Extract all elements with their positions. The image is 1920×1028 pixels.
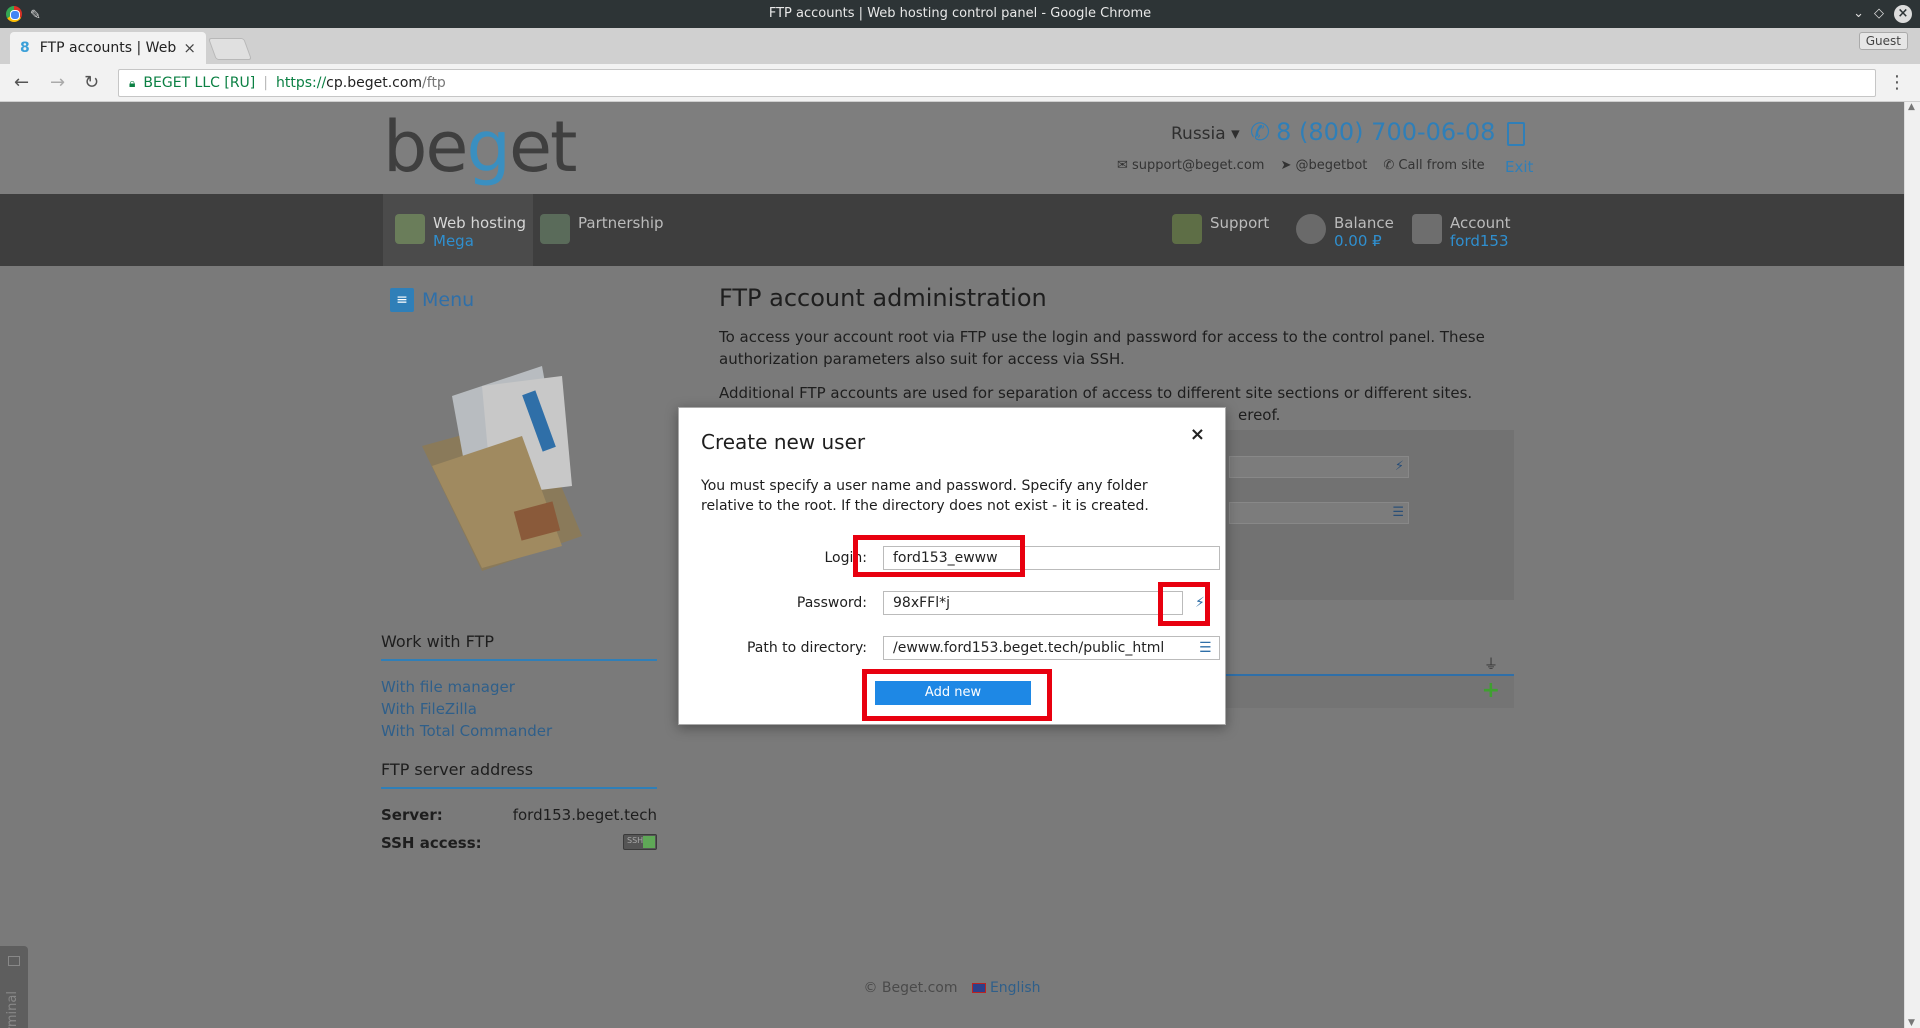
reload-icon[interactable]: ↻ <box>84 72 99 93</box>
region-select[interactable]: Russia ▾ <box>1171 124 1240 144</box>
menu-icon: ≡ <box>390 288 414 312</box>
login-input[interactable] <box>883 546 1220 570</box>
copyright: © Beget.com <box>863 980 958 996</box>
ssh-access-toggle[interactable]: SSH <box>623 834 657 850</box>
telegram-link[interactable]: ➤ @begetbot <box>1280 158 1367 173</box>
magic-wand-icon[interactable]: ⚡︎ <box>1395 459 1404 474</box>
maximize-icon[interactable]: ◇ <box>1874 4 1884 24</box>
url-host: cp.beget.com <box>326 75 423 91</box>
vertical-scrollbar[interactable] <box>1904 102 1920 1028</box>
nav-web-hosting[interactable]: Web hosting Mega <box>383 194 533 266</box>
password-input[interactable] <box>883 591 1183 615</box>
terminal-tab[interactable]: Terminal <box>0 946 28 1028</box>
list-icon[interactable]: ☰ <box>1199 640 1212 656</box>
tab-ftp-accounts[interactable]: 8 FTP accounts | Web × <box>10 32 206 64</box>
minimize-icon[interactable]: ⌄ <box>1853 4 1864 24</box>
window-titlebar: ✎ FTP accounts | Web hosting control pan… <box>0 0 1920 28</box>
nav-partnership[interactable]: Partnership <box>540 194 664 266</box>
account-card-icon <box>1412 214 1442 244</box>
language-select[interactable]: English <box>971 980 1041 996</box>
ftp-folder-illustration <box>422 366 582 571</box>
nav-balance[interactable]: Balance 0.00 ₽ <box>1296 194 1394 266</box>
support-icon <box>1172 214 1202 244</box>
new-tab-button[interactable] <box>207 38 253 60</box>
server-key: Server: <box>381 806 443 824</box>
tab-close-icon[interactable]: × <box>183 39 196 57</box>
nav-account[interactable]: Account ford153 <box>1412 194 1511 266</box>
forward-icon[interactable]: → <box>50 72 65 93</box>
page-footer: © Beget.com English <box>352 980 1552 996</box>
phone-small-icon: ✆ <box>1383 158 1399 173</box>
url-path: /ftp <box>422 75 446 91</box>
phone-number[interactable]: ✆ 8 (800) 700-06-08 <box>1250 118 1495 146</box>
add-account-icon[interactable]: + <box>1482 678 1500 703</box>
server-value: ford153.beget.tech <box>512 806 657 824</box>
background-path-field[interactable]: ☰ <box>1229 502 1409 524</box>
exit-link[interactable]: Exit <box>1505 158 1533 176</box>
list-icon[interactable]: ☰ <box>1392 505 1404 520</box>
link-filezilla[interactable]: With FileZilla <box>381 700 477 718</box>
url-field[interactable]: 🔒︎ BEGET LLC [RU] | https:// cp.beget.co… <box>118 69 1876 97</box>
certificate-org: BEGET LLC [RU] <box>143 75 256 91</box>
chrome-logo-icon <box>6 6 22 22</box>
ssh-row: SSH access: SSH <box>381 834 657 852</box>
password-row: Password: ⚡︎ <box>701 591 1211 617</box>
dialog-close-icon[interactable]: × <box>1190 424 1205 445</box>
web-hosting-icon <box>395 214 425 244</box>
create-user-dialog: Create new user × You must specify a use… <box>678 407 1226 725</box>
contact-links: ✉ support@beget.com ➤ @begetbot ✆ Call f… <box>1117 158 1485 173</box>
url-scheme: https:// <box>275 75 327 91</box>
lock-icon: 🔒︎ <box>129 75 136 90</box>
menu-button[interactable]: ≡ Menu <box>390 288 474 312</box>
login-label: Login: <box>824 550 868 566</box>
browser-menu-icon[interactable]: ⋮ <box>1888 72 1906 93</box>
ssh-key: SSH access: <box>381 834 482 852</box>
terminal-icon <box>8 956 20 966</box>
uk-flag-icon <box>971 983 986 993</box>
exit-door-icon[interactable] <box>1507 122 1525 146</box>
filter-icon[interactable]: ⏚ <box>1484 654 1498 674</box>
beget-favicon-icon: 8 <box>20 40 30 56</box>
login-row: Login: <box>701 546 1220 572</box>
link-total-commander[interactable]: With Total Commander <box>381 722 552 740</box>
path-row: Path to directory: ☰ <box>701 636 1220 662</box>
add-new-button[interactable]: Add new <box>875 681 1031 705</box>
support-email-link[interactable]: ✉ support@beget.com <box>1117 158 1264 173</box>
call-from-site-link[interactable]: ✆ Call from site <box>1383 158 1484 173</box>
path-label: Path to directory: <box>746 640 867 656</box>
magic-wand-icon[interactable]: ⚡︎ <box>1195 595 1205 611</box>
tab-title: FTP accounts | Web <box>39 40 177 56</box>
omnibox-separator: | <box>263 75 268 91</box>
back-icon[interactable]: ← <box>14 72 29 93</box>
intro-paragraph: To access your account root via FTP use … <box>719 328 1485 368</box>
phone-icon: ✆ <box>1250 118 1271 146</box>
beget-logo[interactable]: beget <box>383 106 577 188</box>
path-input[interactable] <box>883 636 1220 660</box>
server-row: Server: ford153.beget.tech <box>381 806 657 824</box>
ftp-server-address-title: FTP server address <box>381 760 657 789</box>
mail-icon: ✉ <box>1117 158 1133 173</box>
dialog-title: Create new user <box>701 430 866 454</box>
guest-profile-badge[interactable]: Guest <box>1858 32 1908 50</box>
telegram-icon: ➤ <box>1280 158 1296 173</box>
pin-icon[interactable]: ✎ <box>30 6 41 26</box>
address-bar: ← → ↻ 🔒︎ BEGET LLC [RU] | https:// cp.be… <box>0 64 1920 102</box>
coins-icon <box>1296 214 1326 244</box>
dialog-description: You must specify a user name and passwor… <box>701 478 1149 514</box>
work-with-ftp-title: Work with FTP <box>381 632 657 661</box>
additional-paragraph-tail: ereof. <box>1238 406 1281 424</box>
window-title: FTP accounts | Web hosting control panel… <box>768 6 1152 21</box>
partnership-icon <box>540 214 570 244</box>
close-window-icon[interactable]: × <box>1894 5 1912 23</box>
background-password-field[interactable]: ⚡︎ <box>1229 456 1409 478</box>
page-title: FTP account administration <box>719 284 1047 312</box>
link-file-manager[interactable]: With file manager <box>381 678 515 696</box>
site-header: beget Russia ▾ ✆ 8 (800) 700-06-08 ✉ supp… <box>0 102 1904 194</box>
tab-strip: 8 FTP accounts | Web × Guest <box>0 28 1920 64</box>
nav-support[interactable]: Support <box>1172 194 1269 266</box>
password-label: Password: <box>796 595 867 611</box>
main-nav: Web hosting Mega Partnership Support Bala… <box>0 194 1904 266</box>
